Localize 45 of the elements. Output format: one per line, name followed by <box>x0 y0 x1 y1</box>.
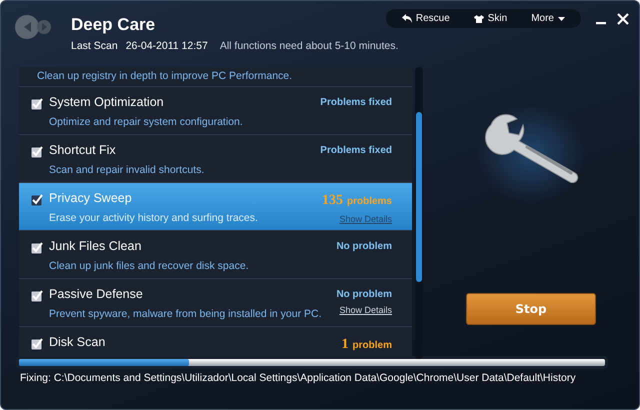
item-description: Clean up registry in depth to improve PC Performance. <box>37 70 294 82</box>
item-title: Privacy Sweep <box>49 191 133 207</box>
caret-icon <box>558 16 565 20</box>
duration-hint: All functions need about 5-10 minutes. <box>220 40 398 52</box>
checkbox[interactable] <box>31 290 43 302</box>
shirt-icon <box>474 14 484 22</box>
scan-item[interactable]: Clean up registry in depth to improve PC Performance. <box>19 67 412 87</box>
scan-item[interactable]: System Optimization Optimize and repair system configuration. Problems fixed <box>19 87 412 135</box>
toolbar-button[interactable]: Skin <box>464 11 518 26</box>
item-status: 1 problem <box>342 337 392 353</box>
item-status: 135 problems <box>322 193 392 209</box>
checkbox[interactable] <box>31 194 43 206</box>
item-title: Passive Defense <box>49 287 144 303</box>
item-title: Junk Files Clean <box>49 239 142 255</box>
toolbar-button[interactable]: Rescue <box>392 11 460 26</box>
close-icon[interactable] <box>617 13 629 25</box>
item-description: Erase your activity history and surfing traces. <box>49 212 259 224</box>
scrollbar-thumb[interactable] <box>416 112 422 282</box>
last-scan-date: 26-04-2011 12:57 <box>126 40 208 52</box>
scan-item[interactable]: Passive Defense Prevent spyware, malware from being installed in your PC. No problem Show Details <box>19 279 412 327</box>
item-status: Problems fixed <box>320 97 392 108</box>
checkbox[interactable] <box>31 242 43 254</box>
item-title: System Optimization <box>49 95 165 111</box>
toolbar-button[interactable]: More <box>521 11 575 26</box>
scan-item[interactable]: Junk Files Clean Clean up junk files and recover disk space. No problem <box>19 231 412 279</box>
item-status: No problem <box>336 241 392 252</box>
item-description: Prevent spyware, malware from being installed in your PC. <box>49 308 323 320</box>
fixing-path: Fixing: C:\Documents and Settings\Utilizador\Local Settings\Application Data\Google\Chrome\User Data\Default\History <box>20 372 577 384</box>
last-scan-label: Last Scan <box>71 40 118 52</box>
scan-item[interactable]: Shortcut Fix Scan and repair invalid shortcuts. Problems fixed <box>19 135 412 183</box>
item-description: Clean up junk files and recover disk space. <box>49 260 250 272</box>
checkbox[interactable] <box>31 338 43 350</box>
item-title: Disk Scan <box>49 335 106 351</box>
item-description: Scan and repair invalid shortcuts. <box>49 164 206 176</box>
item-status: No problem <box>336 289 392 300</box>
back-forward-icon[interactable] <box>15 15 51 39</box>
checkbox[interactable] <box>31 146 43 158</box>
item-status: Problems fixed <box>320 145 392 156</box>
item-description: Optimize and repair system configuration. <box>49 116 244 128</box>
item-title: Shortcut Fix <box>49 143 117 159</box>
undo-arrow-icon <box>402 14 412 23</box>
show-details-link[interactable]: Show Details <box>339 305 392 315</box>
scan-item[interactable]: Disk Scan 1 problem <box>19 327 412 357</box>
window-title: Deep Care <box>71 15 156 35</box>
checkbox[interactable] <box>31 98 43 110</box>
